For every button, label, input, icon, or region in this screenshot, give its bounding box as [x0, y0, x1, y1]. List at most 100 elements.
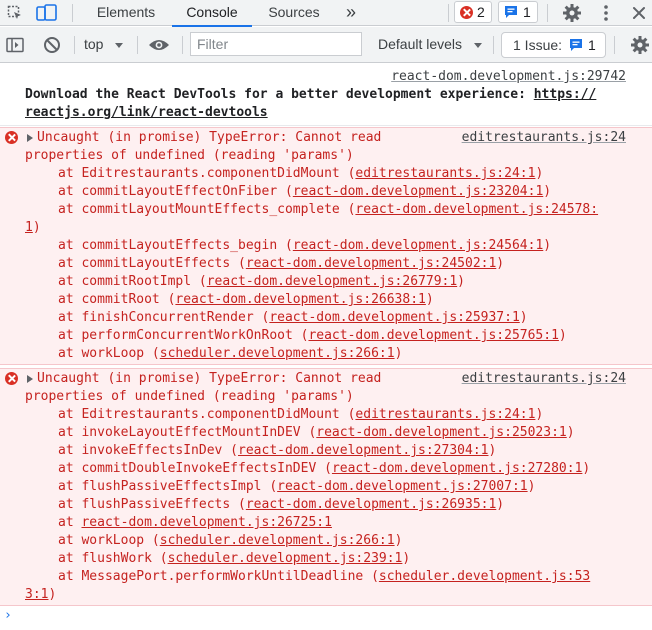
- messages-badge[interactable]: 1: [498, 1, 538, 23]
- stack-frame-link[interactable]: react-dom.development.js:27280:1: [332, 461, 582, 476]
- console-settings-gear-icon[interactable]: [628, 33, 652, 57]
- message-source-link[interactable]: editrestaurants.js:24: [462, 129, 626, 147]
- stack-frame-text: at invokeLayoutEffectMountInDEV (: [58, 425, 317, 440]
- stack-frame-text: at commitLayoutMountEffects_complete (: [58, 202, 356, 217]
- stack-frame: at commitRoot (react-dom.development.js:…: [58, 291, 434, 309]
- stack-frame-text: ): [394, 533, 403, 548]
- stack-frame-text: ): [519, 310, 528, 325]
- info-message-line: Download the React DevTools for a better…: [25, 86, 596, 104]
- settings-gear-icon[interactable]: [560, 1, 584, 25]
- stack-frame-text: ): [527, 479, 536, 494]
- stack-frame: at invokeLayoutEffectMountInDEV (react-d…: [58, 424, 575, 442]
- inspect-element-icon[interactable]: [4, 2, 26, 24]
- stack-frame-link[interactable]: react-dom.development.js:27304:1: [238, 443, 488, 458]
- expand-triangle-icon[interactable]: [27, 375, 33, 383]
- console-filterbar: top Default levels 1 Issue: 1: [0, 27, 652, 63]
- stack-frame-link[interactable]: react-dom.development.js:23204:1: [293, 184, 543, 199]
- stack-frame-link[interactable]: react-dom.development.js:24578:: [355, 202, 598, 217]
- stack-frame-link[interactable]: react-dom.development.js:26638:1: [175, 292, 425, 307]
- error-icon: [5, 372, 18, 385]
- message-count: 1: [523, 4, 531, 20]
- stack-frame: at workLoop (scheduler.development.js:26…: [58, 532, 402, 550]
- more-tabs-icon[interactable]: »: [338, 0, 364, 26]
- message-source-link[interactable]: editrestaurants.js:24: [462, 370, 626, 388]
- expand-triangle-icon[interactable]: [27, 134, 33, 142]
- stack-frame: at Editrestaurants.componentDidMount (ed…: [58, 406, 543, 424]
- more-options-icon[interactable]: [596, 1, 616, 25]
- log-levels-label: Default levels: [378, 36, 463, 52]
- stack-frame-text: ): [535, 407, 544, 422]
- stack-frame-text: at performConcurrentWorkOnRoot (: [58, 328, 309, 343]
- stack-frame-link[interactable]: scheduler.development.js:53: [379, 569, 590, 584]
- stack-frame-text: at flushWork (: [58, 551, 168, 566]
- stack-frame: at Editrestaurants.componentDidMount (ed…: [58, 165, 543, 183]
- stack-frame: at commitDoubleInvokeEffectsInDEV (react…: [58, 460, 590, 478]
- sidebar-toggle-icon[interactable]: [3, 33, 27, 57]
- clear-console-icon[interactable]: [40, 33, 64, 57]
- issues-button[interactable]: 1 Issue: 1: [501, 32, 606, 58]
- error-icon: [460, 6, 473, 19]
- error-heading: properties of undefined (reading 'params…: [25, 148, 354, 163]
- stack-frame-text: ): [402, 551, 411, 566]
- tab-sources[interactable]: Sources: [258, 0, 330, 26]
- stack-frame-text: at commitLayoutEffects_begin (: [58, 238, 293, 253]
- message-source-link[interactable]: react-dom.development.js:29742: [391, 68, 626, 86]
- stack-frame-text: at workLoop (: [58, 346, 160, 361]
- error-count: 2: [477, 4, 485, 20]
- stack-frame-text: at commitRoot (: [58, 292, 176, 307]
- stack-frame-link[interactable]: react-dom.development.js:24502:1: [246, 256, 496, 271]
- stack-frame-link[interactable]: editrestaurants.js:24:1: [355, 166, 535, 181]
- stack-frame-text: ): [558, 328, 567, 343]
- stack-frame-link[interactable]: scheduler.development.js:239:1: [168, 551, 403, 566]
- device-toolbar-icon[interactable]: [34, 2, 60, 24]
- tab-elements[interactable]: Elements: [84, 0, 168, 26]
- error-heading: Uncaught (in promise) TypeError: Cannot …: [37, 130, 382, 145]
- info-message-line: reactjs.org/link/react-devtools: [25, 104, 268, 122]
- stack-frame-link[interactable]: 1: [25, 220, 33, 235]
- devtools-link[interactable]: https://: [534, 87, 597, 102]
- stack-frame-text: ): [32, 220, 41, 235]
- stack-frame: at commitLayoutEffects_begin (react-dom.…: [58, 237, 551, 255]
- stack-frame-link[interactable]: react-dom.development.js:26935:1: [246, 497, 496, 512]
- stack-frame-link[interactable]: scheduler.development.js:266:1: [160, 346, 395, 361]
- stack-frame-text: ): [535, 166, 544, 181]
- stack-frame-text: ): [425, 292, 434, 307]
- live-expression-eye-icon[interactable]: [146, 33, 172, 57]
- stack-frame-text: ): [496, 256, 505, 271]
- stack-frame-text: ): [566, 425, 575, 440]
- stack-frame-link[interactable]: react-dom.development.js:24564:1: [293, 238, 543, 253]
- stack-frame-link[interactable]: react-dom.development.js:26779:1: [207, 274, 457, 289]
- stack-frame-text: at commitRootImpl (: [58, 274, 207, 289]
- error-icon: [5, 131, 18, 144]
- stack-frame-link[interactable]: react-dom.development.js:27007:1: [277, 479, 527, 494]
- stack-frame-text: at flushPassiveEffects (: [58, 497, 246, 512]
- stack-frame: at react-dom.development.js:26725:1: [58, 514, 332, 532]
- stack-frame-link[interactable]: react-dom.development.js:25765:1: [308, 328, 558, 343]
- stack-frame: at workLoop (scheduler.development.js:26…: [58, 345, 402, 363]
- stack-frame-text: ): [48, 587, 57, 602]
- stack-frame-text: at Editrestaurants.componentDidMount (: [58, 407, 356, 422]
- tab-console[interactable]: Console: [172, 0, 252, 27]
- stack-frame-link[interactable]: react-dom.development.js:26725:1: [81, 515, 331, 530]
- stack-frame-link[interactable]: react-dom.development.js:25023:1: [316, 425, 566, 440]
- stack-frame-text: at MessagePort.performWorkUntilDeadline …: [58, 569, 379, 584]
- stack-frame-link[interactable]: editrestaurants.js:24:1: [355, 407, 535, 422]
- issue-message-icon: [570, 39, 582, 51]
- stack-frame: at finishConcurrentRender (react-dom.dev…: [58, 309, 528, 327]
- log-levels-dropdown[interactable]: Default levels: [374, 33, 490, 57]
- errors-badge[interactable]: 2: [454, 1, 492, 23]
- stack-frame-link[interactable]: 3:1: [25, 587, 48, 602]
- stack-frame-text: at flushPassiveEffectsImpl (: [58, 479, 278, 494]
- filter-input[interactable]: [190, 32, 362, 56]
- stack-frame-link[interactable]: scheduler.development.js:266:1: [160, 533, 395, 548]
- stack-frame: 3:1): [25, 586, 56, 604]
- stack-frame-link[interactable]: react-dom.development.js:25937:1: [269, 310, 519, 325]
- stack-frame: at performConcurrentWorkOnRoot (react-do…: [58, 327, 567, 345]
- devtools-link[interactable]: reactjs.org/link/react-devtools: [25, 105, 268, 120]
- stack-frame: at flushWork (scheduler.development.js:2…: [58, 550, 410, 568]
- console-prompt[interactable]: ›: [4, 608, 12, 623]
- stack-frame: 1): [25, 219, 41, 237]
- close-devtools-icon[interactable]: [628, 1, 650, 25]
- context-selector[interactable]: top: [80, 33, 132, 57]
- stack-frame: at commitRootImpl (react-dom.development…: [58, 273, 465, 291]
